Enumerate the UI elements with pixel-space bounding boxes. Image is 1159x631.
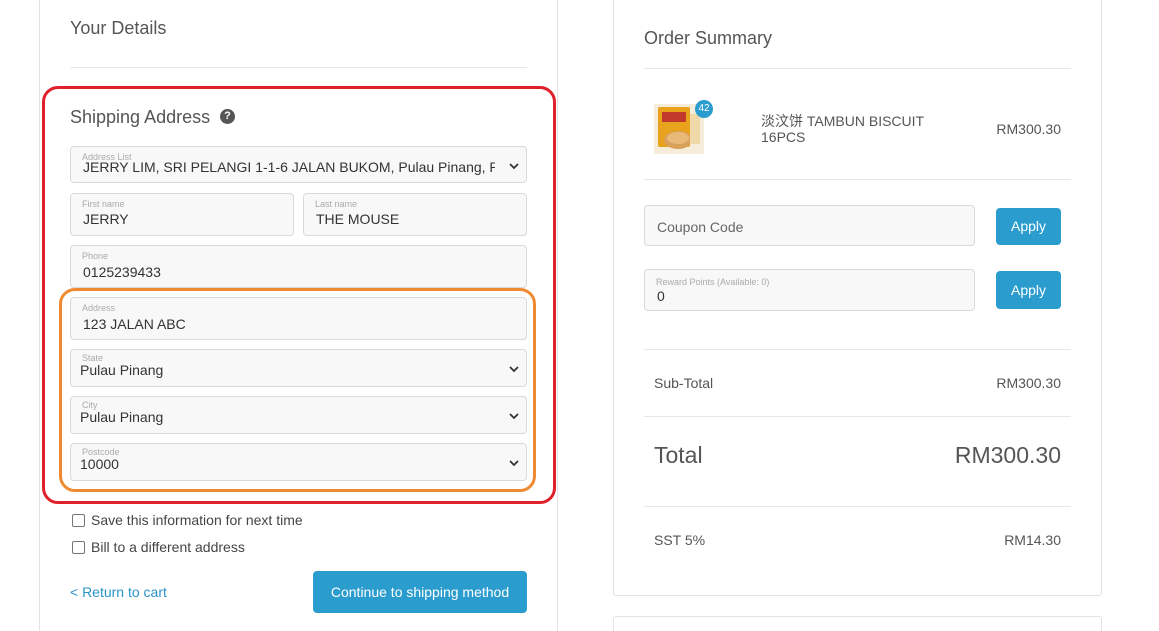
bill-different-checkbox[interactable]: [72, 540, 85, 554]
continue-shipping-button[interactable]: Continue to shipping method: [313, 571, 527, 613]
product-price: RM300.30: [996, 121, 1061, 137]
coupon-apply-button[interactable]: Apply: [996, 208, 1061, 245]
subtotal-value: RM300.30: [996, 375, 1061, 391]
coupon-divider: [644, 349, 1071, 350]
details-divider: [70, 67, 527, 68]
order-summary-title: Order Summary: [644, 28, 773, 48]
reward-points-label: Reward Points (Available: 0): [656, 277, 770, 287]
subtotal-label: Sub-Total: [654, 375, 714, 391]
save-info-label: Save this information for next time: [91, 512, 303, 528]
reward-points-input[interactable]: Reward Points (Available: 0) 0: [644, 269, 975, 311]
secondary-panel: [613, 616, 1102, 631]
total-value: RM300.30: [954, 442, 1061, 468]
total-divider: [644, 506, 1071, 507]
coupon-code-input[interactable]: Coupon Code: [644, 205, 975, 246]
return-to-cart-link[interactable]: < Return to cart: [70, 584, 167, 600]
save-info-option[interactable]: Save this information for next time: [72, 512, 303, 528]
product-name: 淡汶饼 TAMBUN BISCUIT 16PCS: [761, 113, 924, 145]
sst-value: RM14.30: [1004, 532, 1061, 548]
subtotal-divider: [644, 416, 1071, 417]
summary-divider: [644, 68, 1071, 69]
coupon-code-placeholder: Coupon Code: [657, 219, 744, 235]
save-info-checkbox[interactable]: [72, 513, 85, 527]
reward-apply-button[interactable]: Apply: [996, 271, 1061, 309]
item-divider: [644, 179, 1071, 180]
quantity-badge: 42: [695, 100, 713, 118]
bill-different-label: Bill to a different address: [91, 539, 245, 555]
your-details-title: Your Details: [70, 18, 167, 38]
total-label: Total: [654, 442, 703, 468]
address-highlight-outline: [59, 288, 536, 492]
bill-different-option[interactable]: Bill to a different address: [72, 539, 245, 555]
product-thumbnail: 42: [654, 100, 713, 154]
sst-label: SST 5%: [654, 532, 706, 548]
reward-points-value: 0: [657, 288, 665, 304]
